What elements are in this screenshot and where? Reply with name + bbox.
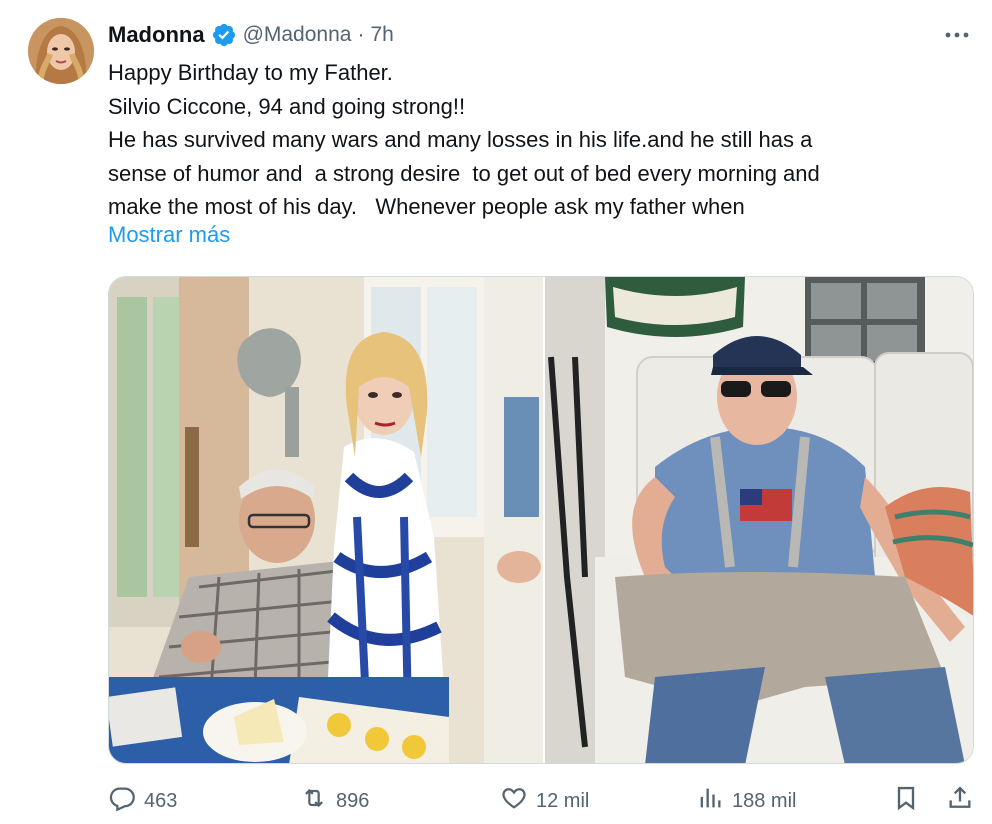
- reply-icon: [108, 784, 136, 818]
- retweet-icon: [300, 784, 328, 818]
- author-handle[interactable]: @Madonna: [243, 23, 352, 47]
- tweet-line: sense of humor and a strong desire to ge…: [108, 160, 820, 186]
- views-chart-icon: [696, 784, 724, 818]
- retweet-button[interactable]: 896: [300, 786, 369, 816]
- author-name[interactable]: Madonna: [108, 22, 205, 48]
- bookmark-icon: [892, 784, 920, 818]
- tweet-text: Happy Birthday to my Father. Silvio Cicco…: [108, 56, 968, 224]
- tweet-line: make the most of his day. Whenever peopl…: [108, 194, 745, 219]
- avatar[interactable]: [28, 18, 94, 84]
- views-count: 188 mil: [732, 789, 797, 812]
- retweet-count: 896: [336, 789, 370, 812]
- tweet-header: Madonna @Madonna · 7h: [108, 20, 394, 50]
- separator-dot: ·: [357, 23, 365, 46]
- show-more-link[interactable]: Mostrar más: [108, 222, 230, 248]
- reply-button[interactable]: 463: [108, 786, 177, 816]
- share-icon: [946, 784, 974, 818]
- action-bar: 463 896 12 mil 188 mil: [108, 786, 972, 816]
- tweet-line: Silvio Ciccone, 94 and going strong!!: [108, 93, 466, 119]
- tweet-line: Happy Birthday to my Father.: [108, 60, 393, 85]
- tweet-card: Madonna @Madonna · 7h Happy Birthday to …: [0, 0, 992, 824]
- like-button[interactable]: 12 mil: [500, 786, 589, 816]
- photo-left[interactable]: [109, 277, 543, 763]
- photo-right[interactable]: [545, 277, 973, 763]
- tweet-line: He has survived many wars and many losse…: [108, 127, 813, 152]
- verified-badge-icon: [211, 22, 237, 48]
- tweet-time[interactable]: 7h: [370, 23, 393, 47]
- heart-icon: [500, 784, 528, 818]
- like-count: 12 mil: [536, 789, 590, 812]
- more-icon[interactable]: [944, 22, 970, 42]
- share-button[interactable]: [946, 786, 974, 816]
- media-grid: [108, 276, 974, 764]
- reply-count: 463: [144, 789, 178, 812]
- views-button[interactable]: 188 mil: [696, 786, 796, 816]
- bookmark-button[interactable]: [892, 786, 920, 816]
